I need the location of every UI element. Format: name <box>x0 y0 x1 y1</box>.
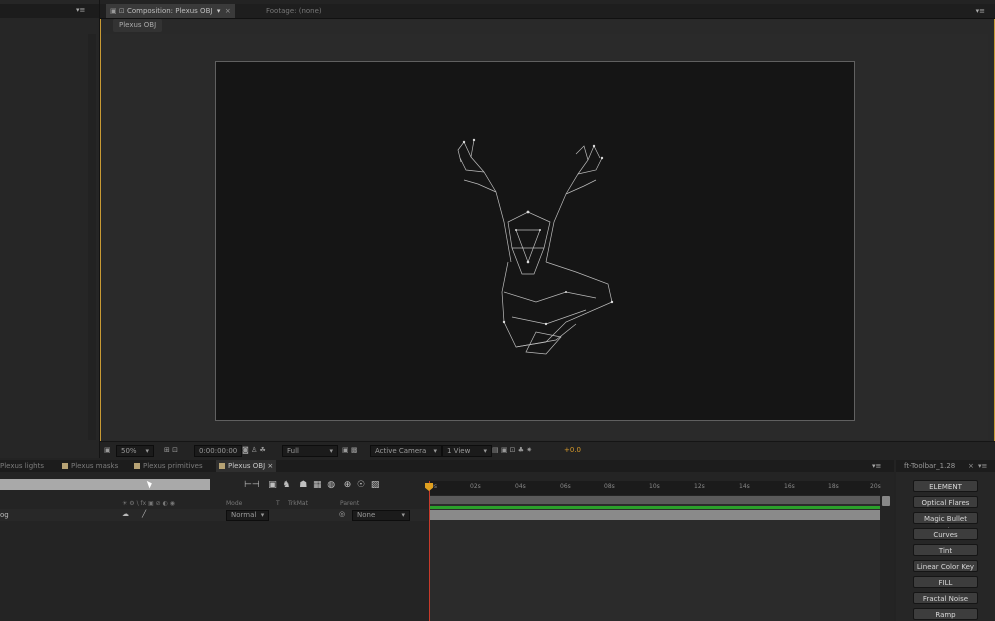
tab-label: Plexus masks <box>71 462 119 470</box>
time-ruler[interactable]: 0s 02s 04s 06s 08s 10s 12s 14s 16s 18s 2… <box>430 481 881 495</box>
ruler-tick: 12s <box>694 483 705 490</box>
timeline-tabbar: Plexus lights Plexus masks Plexus primit… <box>0 460 894 472</box>
ft-button-fractal-noise[interactable]: Fractal Noise <box>913 592 978 604</box>
trkmat-column-header: TrkMat <box>288 500 308 507</box>
brainstorm-icon[interactable]: ◍ <box>327 480 335 490</box>
composition-tab-label: Composition: Plexus OBJ <box>126 7 213 15</box>
stopwatch-icon[interactable]: ☉ <box>357 480 365 490</box>
exposure-value[interactable]: +0.0 <box>564 445 581 455</box>
timeline-zoom-handle[interactable] <box>882 496 890 506</box>
parent-column-header: Parent <box>340 500 360 507</box>
ft-toolbar-title[interactable]: ft-Toolbar_1.28 <box>904 462 955 470</box>
label-swatch <box>134 463 140 469</box>
fast-preview-icon[interactable]: ▤ ▣ ⊡ ♣ ✷ <box>492 445 532 455</box>
tab-plexus-lights[interactable]: Plexus lights <box>0 460 44 472</box>
composition-menu-icon[interactable]: ▾≡ <box>972 4 989 18</box>
motion-blur-icon[interactable]: ▦ <box>313 480 322 490</box>
label-swatch <box>219 463 225 469</box>
magnification-dropdown[interactable]: 50% ▾ <box>116 445 154 457</box>
ruler-tick: 14s <box>739 483 750 490</box>
composition-tabbar: ▣ ⊡ Composition: Plexus OBJ ▾ × Footage:… <box>100 4 995 19</box>
ft-toolbar-header: ft-Toolbar_1.28 × ▾≡ <box>896 460 995 472</box>
parent-value: None <box>357 511 376 519</box>
ruler-tick: 04s <box>515 483 526 490</box>
tab-label: Plexus OBJ <box>228 462 266 470</box>
blend-mode-value: Normal <box>231 511 257 519</box>
ruler-tick: 10s <box>649 483 660 490</box>
composition-subtab[interactable]: Plexus OBJ <box>113 19 163 32</box>
shy-switch-icon[interactable]: ☁ <box>122 510 129 518</box>
view-layout-dropdown[interactable]: 1 View ▾ <box>442 445 492 457</box>
project-panel-menu-icon[interactable]: ▾≡ <box>76 6 85 14</box>
camera-value: Active Camera <box>375 447 427 455</box>
transparency-grid-icon[interactable]: ▣ ▩ <box>342 445 357 455</box>
draft-3d-icon[interactable]: ▣ <box>268 480 277 490</box>
ft-button-tint[interactable]: Tint <box>913 544 978 556</box>
tab-plexus-masks[interactable]: Plexus masks <box>62 460 118 472</box>
comp-canvas[interactable] <box>215 61 855 421</box>
current-time-field[interactable]: 0:00:00:00 <box>194 445 243 457</box>
parent-dropdown[interactable]: None ▾ <box>352 510 410 521</box>
ft-button-optical-flares[interactable]: Optical Flares <box>913 496 978 508</box>
tab-footage[interactable]: Footage: (none) <box>262 4 326 18</box>
always-preview-icon[interactable]: ▣ <box>104 445 111 455</box>
current-time-indicator[interactable] <box>429 481 430 621</box>
graph-editor-icon[interactable]: ⊕ <box>344 480 352 490</box>
tab-plexus-obj[interactable]: Plexus OBJ × <box>216 460 277 472</box>
render-queue-icon[interactable]: ▨ <box>371 480 380 490</box>
close-icon[interactable]: × <box>267 462 273 470</box>
project-panel-scrollbar[interactable] <box>88 34 96 440</box>
ft-button-ramp[interactable]: Ramp <box>913 608 978 620</box>
frame-blending-icon[interactable]: ☗ <box>299 480 307 490</box>
tab-label: Plexus lights <box>0 462 44 470</box>
viewer-toolbar: ▣ 50% ▾ ⊞ ⊡ 0:00:00:00 ◙ ♙ ☘ Full ▾ ▣ ▩ … <box>100 441 995 458</box>
ruler-tick: 06s <box>560 483 571 490</box>
zoom-value: 50% <box>121 447 137 455</box>
ruler-tick: 16s <box>784 483 795 490</box>
layer-name[interactable]: og <box>0 511 9 519</box>
pickwhip-icon[interactable]: ◎ <box>339 510 345 518</box>
hide-shy-icon[interactable]: ♞ <box>283 480 291 490</box>
layer-duration-bar[interactable] <box>430 510 880 520</box>
ft-button-curves[interactable]: Curves <box>913 528 978 540</box>
layer-search-input[interactable] <box>0 479 210 490</box>
resolution-value: Full <box>287 447 299 455</box>
ruler-tick: 08s <box>604 483 615 490</box>
ruler-tick: 18s <box>828 483 839 490</box>
deer-plexus-graphic <box>457 138 614 355</box>
timeline-menu-icon[interactable]: ▾≡ <box>872 460 881 472</box>
blend-mode-dropdown[interactable]: Normal ▾ <box>226 510 270 521</box>
ft-button-magic-bullet-looks[interactable]: Magic Bullet Looks <box>913 512 978 535</box>
footage-tab-label: Footage: (none) <box>266 7 322 15</box>
work-area-bar[interactable] <box>430 496 880 504</box>
quality-switch-icon[interactable]: ╱ <box>142 510 146 518</box>
close-icon[interactable]: × <box>968 462 974 470</box>
ft-button-element[interactable]: ELEMENT <box>913 480 978 492</box>
project-panel <box>0 0 100 458</box>
chevron-down-icon[interactable]: ▾ <box>215 7 221 15</box>
comp-mini-flowchart-icon[interactable]: ⊢⊣ <box>244 480 260 490</box>
region-icon[interactable]: ⊞ ⊡ <box>164 445 178 455</box>
ruler-tick: 20s <box>870 483 881 490</box>
ruler-tick: 02s <box>470 483 481 490</box>
snapshot-icon[interactable]: ◙ ♙ ☘ <box>242 445 266 455</box>
resolution-dropdown[interactable]: Full ▾ <box>282 445 338 457</box>
camera-dropdown[interactable]: Active Camera ▾ <box>370 445 442 457</box>
timeline-tools: ⊢⊣ ▣ ♞ ☗ ▦ ◍ ⊕ ☉ ▨ <box>244 480 379 490</box>
t-column-header: T <box>276 500 280 507</box>
cache-indicator <box>430 506 880 509</box>
tab-plexus-primitives[interactable]: Plexus primitives <box>134 460 203 472</box>
view-layout-value: 1 View <box>447 447 471 455</box>
layer-row[interactable]: og ☁ ╱ Normal ▾ ◎ None ▾ <box>0 509 428 521</box>
ft-button-linear-color-key[interactable]: Linear Color Key <box>913 560 978 572</box>
lock-icon[interactable]: ▣ ⊡ <box>110 4 125 18</box>
tab-label: Plexus primitives <box>143 462 203 470</box>
mode-column-header: Mode <box>226 500 243 507</box>
close-icon[interactable]: × <box>223 7 231 15</box>
switch-headers: ☀ ⚙ \ fx ▣ ⊘ ◐ ◉ <box>122 500 175 507</box>
menu-icon[interactable]: ▾≡ <box>978 462 987 470</box>
ft-button-fill[interactable]: FILL <box>913 576 978 588</box>
tab-composition[interactable]: ▣ ⊡ Composition: Plexus OBJ ▾ × <box>106 4 235 18</box>
label-swatch <box>62 463 68 469</box>
